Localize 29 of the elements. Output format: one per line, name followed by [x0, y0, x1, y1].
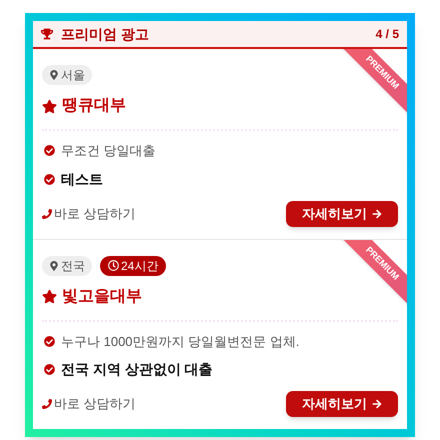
map-pin-icon — [49, 70, 59, 80]
page-counter: 4 / 5 — [376, 26, 399, 43]
location-text: 전국 — [61, 258, 85, 274]
phone-icon — [42, 208, 52, 218]
location-text: 서울 — [61, 67, 85, 84]
star-icon — [42, 98, 57, 114]
feature-text: 무조건 당일대출 — [61, 142, 156, 160]
check-icon — [44, 336, 55, 347]
feature-text: 전국 지역 상관없이 대출 — [61, 360, 213, 379]
consult-link[interactable]: 바로 상담하기 — [42, 394, 136, 414]
check-icon — [44, 174, 55, 184]
details-button[interactable]: 자세히보기 — [286, 200, 398, 226]
clock-icon — [108, 260, 119, 271]
hours-text: 24시간 — [121, 258, 158, 274]
map-pin-icon — [49, 260, 59, 270]
check-icon — [44, 364, 55, 375]
header-title: 프리미엄 광고 — [61, 24, 149, 44]
details-button[interactable]: 자세히보기 — [286, 391, 398, 417]
company-name: 빛고을대부 — [62, 286, 142, 306]
star-icon — [42, 289, 57, 304]
feature-text: 누구나 1000만원까지 당일월변전문 업체. — [61, 332, 300, 350]
arrow-icon — [372, 208, 382, 218]
feature-text: 테스트 — [61, 170, 103, 188]
arrow-icon — [372, 399, 382, 409]
consult-link[interactable]: 바로 상담하기 — [42, 204, 136, 224]
check-icon — [44, 145, 55, 156]
company-name: 땡큐대부 — [62, 96, 126, 116]
phone-icon — [42, 399, 52, 409]
trophy-icon — [41, 28, 53, 40]
